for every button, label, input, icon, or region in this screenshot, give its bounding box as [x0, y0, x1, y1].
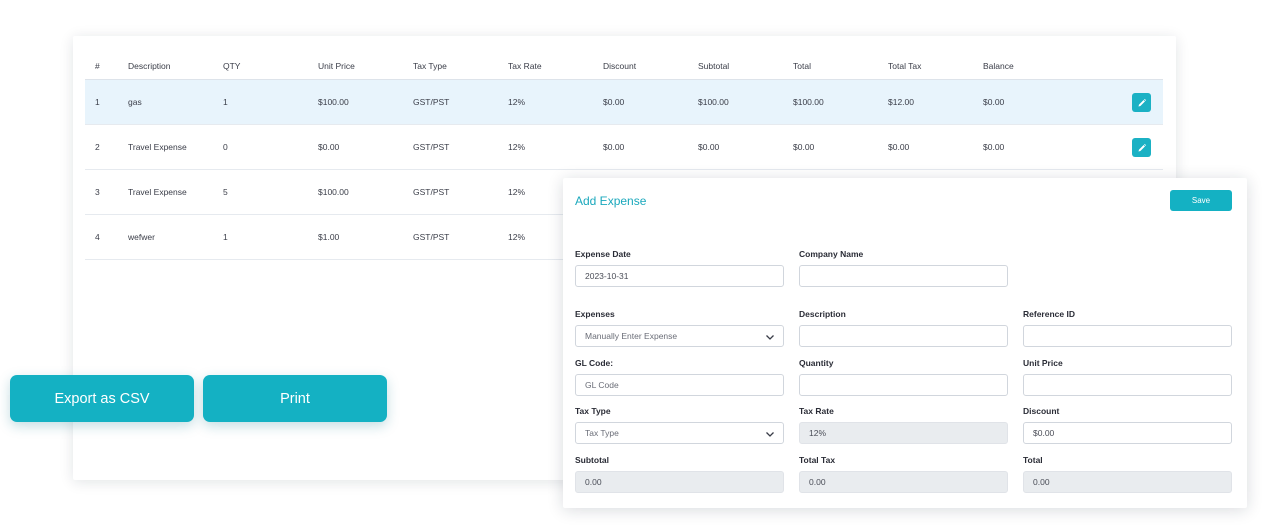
header-tax-type: Tax Type	[413, 60, 447, 71]
header-description: Description	[128, 60, 171, 71]
expense-date-label: Expense Date	[575, 249, 631, 259]
reference-id-label: Reference ID	[1023, 309, 1075, 319]
edit-row-button[interactable]	[1132, 93, 1151, 112]
cell-total-tax: $0.00	[888, 142, 910, 152]
description-input[interactable]	[799, 325, 1008, 347]
header-total: Total	[793, 60, 811, 71]
header-tax-rate: Tax Rate	[508, 60, 542, 71]
cell-tax-rate: 12%	[508, 97, 526, 107]
cell-number: 4	[95, 232, 100, 242]
cell-unit-price: $1.00	[318, 232, 340, 242]
subtotal-label: Subtotal	[575, 455, 609, 465]
cell-qty: 0	[223, 142, 228, 152]
total-label: Total	[1023, 455, 1043, 465]
cell-tax-rate: 12%	[508, 142, 526, 152]
cell-subtotal: $0.00	[698, 142, 720, 152]
cell-description: Travel Expense	[128, 187, 187, 197]
stage: # Description QTY Unit Price Tax Type Ta…	[0, 0, 1280, 532]
subtotal-field: 0.00	[575, 471, 784, 493]
save-button[interactable]: Save	[1170, 190, 1232, 211]
table-row[interactable]: 2 Travel Expense 0 $0.00 GST/PST 12% $0.…	[85, 125, 1163, 170]
cell-number: 2	[95, 142, 100, 152]
expenses-selected-value: Manually Enter Expense	[585, 331, 678, 341]
total-value: 0.00	[1033, 477, 1050, 487]
cell-tax-type: GST/PST	[413, 232, 450, 242]
reference-id-input[interactable]	[1023, 325, 1232, 347]
expense-date-value: 2023-10-31	[585, 271, 629, 281]
quantity-input[interactable]	[799, 374, 1008, 396]
cell-tax-type: GST/PST	[413, 97, 450, 107]
panel-title: Add Expense	[575, 194, 647, 208]
export-csv-button[interactable]: Export as CSV	[10, 375, 194, 422]
description-label: Description	[799, 309, 846, 319]
pencil-icon	[1138, 143, 1146, 151]
cell-number: 1	[95, 97, 100, 107]
pencil-icon	[1138, 98, 1146, 106]
cell-unit-price: $100.00	[318, 97, 349, 107]
cell-balance: $0.00	[983, 142, 1005, 152]
unit-price-label: Unit Price	[1023, 358, 1063, 368]
unit-price-input[interactable]	[1023, 374, 1232, 396]
gl-code-label: GL Code:	[575, 358, 614, 368]
header-discount: Discount	[603, 60, 637, 71]
chevron-down-icon	[766, 335, 774, 340]
tax-type-selected-value: Tax Type	[585, 428, 619, 438]
cell-discount: $0.00	[603, 97, 625, 107]
expenses-label: Expenses	[575, 309, 615, 319]
cell-discount: $0.00	[603, 142, 625, 152]
expense-date-input[interactable]: 2023-10-31	[575, 265, 784, 287]
header-balance: Balance	[983, 60, 1014, 71]
tax-type-select[interactable]: Tax Type	[575, 422, 784, 444]
company-name-input[interactable]	[799, 265, 1008, 287]
subtotal-value: 0.00	[585, 477, 602, 487]
discount-input[interactable]: $0.00	[1023, 422, 1232, 444]
cell-unit-price: $100.00	[318, 187, 349, 197]
header-unit-price: Unit Price	[318, 60, 355, 71]
cell-qty: 5	[223, 187, 228, 197]
total-tax-value: 0.00	[809, 477, 826, 487]
print-button[interactable]: Print	[203, 375, 387, 422]
total-field: 0.00	[1023, 471, 1232, 493]
cell-qty: 1	[223, 97, 228, 107]
company-name-label: Company Name	[799, 249, 864, 259]
add-expense-panel: Add Expense Save Expense Date 2023-10-31…	[563, 178, 1247, 508]
cell-description: Travel Expense	[128, 142, 187, 152]
tax-rate-label: Tax Rate	[799, 406, 834, 416]
table-header: # Description QTY Unit Price Tax Type Ta…	[85, 52, 1163, 80]
tax-rate-field: 12%	[799, 422, 1008, 444]
cell-total: $0.00	[793, 142, 815, 152]
discount-label: Discount	[1023, 406, 1060, 416]
cell-description: gas	[128, 97, 142, 107]
gl-code-input[interactable]: GL Code	[575, 374, 784, 396]
cell-total-tax: $12.00	[888, 97, 914, 107]
chevron-down-icon	[766, 432, 774, 437]
header-number: #	[95, 60, 100, 71]
cell-subtotal: $100.00	[698, 97, 729, 107]
cell-total: $100.00	[793, 97, 824, 107]
cell-number: 3	[95, 187, 100, 197]
cell-tax-rate: 12%	[508, 187, 526, 197]
cell-tax-rate: 12%	[508, 232, 526, 242]
total-tax-field: 0.00	[799, 471, 1008, 493]
cell-unit-price: $0.00	[318, 142, 340, 152]
quantity-label: Quantity	[799, 358, 834, 368]
total-tax-label: Total Tax	[799, 455, 836, 465]
expenses-select[interactable]: Manually Enter Expense	[575, 325, 784, 347]
discount-value: $0.00	[1033, 428, 1055, 438]
tax-rate-value: 12%	[809, 428, 827, 438]
cell-description: wefwer	[128, 232, 155, 242]
header-qty: QTY	[223, 60, 241, 71]
edit-row-button[interactable]	[1132, 138, 1151, 157]
gl-code-placeholder: GL Code	[585, 380, 619, 390]
cell-balance: $0.00	[983, 97, 1005, 107]
header-subtotal: Subtotal	[698, 60, 730, 71]
header-total-tax: Total Tax	[888, 60, 922, 71]
cell-tax-type: GST/PST	[413, 142, 450, 152]
cell-tax-type: GST/PST	[413, 187, 450, 197]
tax-type-label: Tax Type	[575, 406, 611, 416]
cell-qty: 1	[223, 232, 228, 242]
table-row[interactable]: 1 gas 1 $100.00 GST/PST 12% $0.00 $100.0…	[85, 80, 1163, 125]
